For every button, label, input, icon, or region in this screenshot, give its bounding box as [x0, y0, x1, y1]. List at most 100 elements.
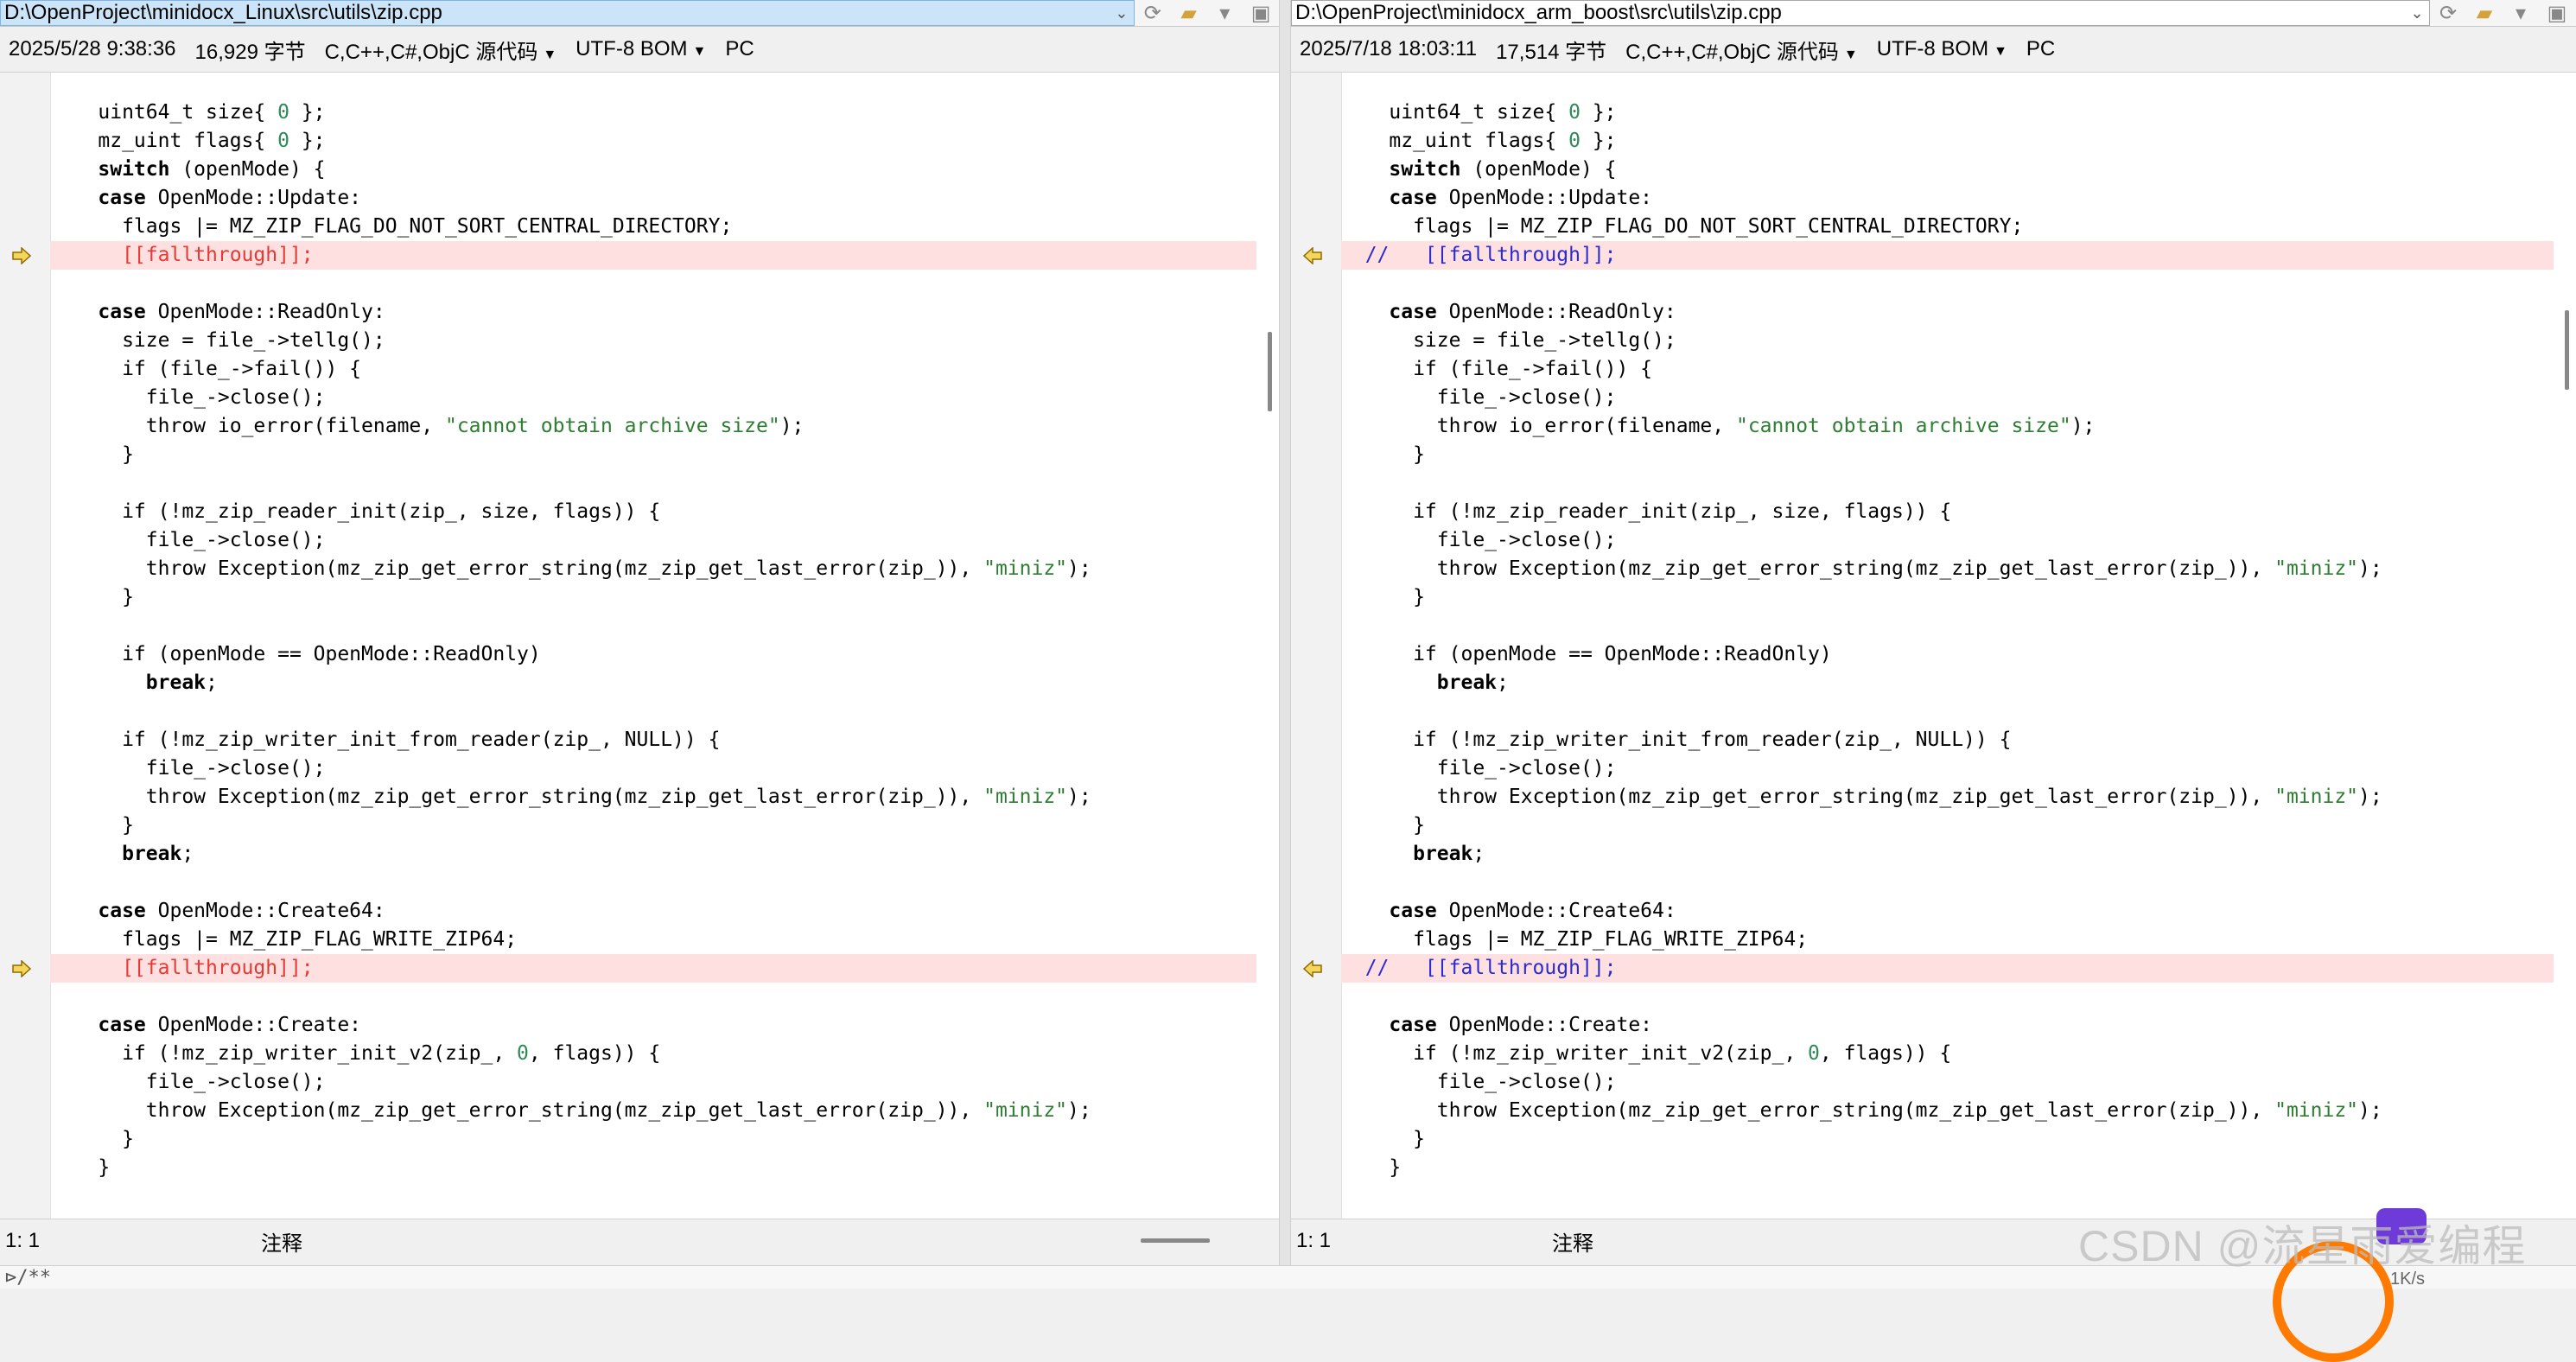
right-timestamp: 2025/7/18 18:03:11 [1300, 37, 1478, 60]
reload-icon[interactable]: ⟳ [1135, 0, 1171, 26]
left-language-select[interactable]: C,C++,C#,ObjC 源代码 ▼ [325, 35, 557, 65]
code-line: size = file_->tellg(); [50, 329, 385, 352]
code-line: throw io_error(filename, "cannot obtain … [50, 415, 805, 437]
code-line: break; [1436, 671, 1509, 694]
code-line: flags |= MZ_ZIP_FLAG_DO_NOT_SORT_CENTRAL… [50, 215, 733, 238]
left-path-bar: D:\OpenProject\minidocx_Linux\src\utils\… [0, 0, 1279, 27]
code-line: switch (openMode) { [98, 158, 326, 181]
right-path-text: D:\OpenProject\minidocx_arm_boost\src\ut… [1295, 1, 1782, 24]
diff-line: [[fallthrough]]; [12, 241, 1256, 270]
left-path-text: D:\OpenProject\minidocx_Linux\src\utils\… [4, 1, 442, 24]
left-vertical-scrollbar[interactable] [1256, 73, 1279, 1219]
code-line: } [50, 586, 134, 608]
diff-arrow-right-icon[interactable] [9, 241, 35, 270]
left-status-bar: 1: 1 注释 [0, 1219, 1279, 1263]
code-line: throw Exception(mz_zip_get_error_string(… [1341, 1099, 2382, 1122]
code-line: } [50, 443, 134, 466]
code-line: if (!mz_zip_writer_init_v2(zip_, 0, flag… [1341, 1042, 1952, 1065]
save-icon[interactable]: ▣ [1243, 0, 1279, 26]
code-line: throw io_error(filename, "cannot obtain … [1341, 415, 2096, 437]
code-line: file_->close(); [50, 1071, 326, 1093]
left-encoding-select[interactable]: UTF-8 BOM ▼ [576, 37, 706, 61]
code-line: if (openMode == OpenMode::ReadOnly) [50, 643, 541, 665]
code-line: file_->close(); [1341, 757, 1617, 780]
code-line: } [1341, 1156, 1402, 1179]
code-line: file_->close(); [50, 386, 326, 409]
code-line: break; [145, 671, 218, 694]
chevron-down-icon[interactable]: ⌄ [2405, 4, 2429, 22]
code-line: uint64_t size{ 0 }; [50, 101, 326, 124]
code-line: throw Exception(mz_zip_get_error_string(… [50, 1099, 1091, 1122]
code-line: uint64_t size{ 0 }; [1341, 101, 1617, 124]
right-encoding-select[interactable]: UTF-8 BOM ▼ [1877, 37, 2007, 61]
right-cursor-position: 1: 1 [1296, 1229, 1332, 1252]
code-line: if (!mz_zip_reader_init(zip_, size, flag… [50, 500, 661, 523]
dropdown-arrow-icon[interactable]: ▾ [2503, 0, 2539, 26]
diff-arrow-left-icon[interactable] [1300, 954, 1326, 983]
code-line: } [50, 1156, 111, 1179]
code-line: mz_uint flags{ 0 }; [1341, 130, 1617, 152]
right-mode-label: 注释 [1552, 1232, 1593, 1256]
diff-arrow-left-icon[interactable] [1300, 241, 1326, 270]
code-line: if (openMode == OpenMode::ReadOnly) [1341, 643, 1832, 665]
left-path-field[interactable]: D:\OpenProject\minidocx_Linux\src\utils\… [0, 0, 1135, 26]
code-line: flags |= MZ_ZIP_FLAG_WRITE_ZIP64; [1341, 928, 1809, 951]
code-line: } [1341, 443, 1425, 466]
code-line: file_->close(); [50, 757, 326, 780]
right-line-ending[interactable]: PC [2026, 37, 2055, 61]
right-vertical-scrollbar[interactable] [2554, 73, 2576, 1219]
code-line: file_->close(); [50, 529, 326, 551]
code-line: case OpenMode::Update: [1389, 187, 1653, 209]
code-line: throw Exception(mz_zip_get_error_string(… [1341, 786, 2382, 808]
scroll-thumb[interactable] [1268, 332, 1272, 411]
left-line-ending[interactable]: PC [725, 37, 754, 61]
left-file-size: 16,929 字节 [194, 40, 306, 64]
caret-down-icon: ▼ [543, 47, 557, 62]
code-line: } [50, 1128, 134, 1150]
open-folder-icon[interactable]: ▰ [2466, 0, 2503, 26]
horizontal-scroll-thumb[interactable] [1141, 1238, 1210, 1243]
left-editor[interactable]: uint64_t size{ 0 }; mz_uint flags{ 0 }; … [0, 73, 1279, 1219]
diff-line: [[fallthrough]]; [12, 954, 1256, 983]
code-line: file_->close(); [1341, 386, 1617, 409]
right-language-select[interactable]: C,C++,C#,ObjC 源代码 ▼ [1625, 35, 1858, 65]
code-line: case OpenMode::Update: [98, 187, 362, 209]
pane-splitter[interactable] [1279, 0, 1291, 1265]
chevron-down-icon[interactable]: ⌄ [1110, 4, 1134, 22]
code-line: } [1341, 1128, 1425, 1150]
code-line: flags |= MZ_ZIP_FLAG_WRITE_ZIP64; [50, 928, 518, 951]
code-line: case OpenMode::Create: [1389, 1014, 1653, 1036]
diff-arrow-right-icon[interactable] [9, 954, 35, 983]
code-line: file_->close(); [1341, 529, 1617, 551]
reload-icon[interactable]: ⟳ [2430, 0, 2466, 26]
scroll-thumb[interactable] [2565, 310, 2569, 390]
code-line: case OpenMode::Create64: [98, 900, 385, 922]
right-file-info: 2025/7/18 18:03:11 17,514 字节 C,C++,C#,Ob… [1291, 27, 2576, 73]
left-file-info: 2025/5/28 9:38:36 16,929 字节 C,C++,C#,Obj… [0, 27, 1279, 73]
left-timestamp: 2025/5/28 9:38:36 [9, 37, 176, 60]
right-editor[interactable]: uint64_t size{ 0 }; mz_uint flags{ 0 }; … [1291, 73, 2576, 1219]
code-line: switch (openMode) { [1389, 158, 1617, 181]
caret-down-icon: ▼ [1994, 44, 2007, 59]
left-pane: D:\OpenProject\minidocx_Linux\src\utils\… [0, 0, 1279, 1265]
save-icon[interactable]: ▣ [2539, 0, 2575, 26]
code-line: break; [1413, 843, 1485, 865]
open-folder-icon[interactable]: ▰ [1171, 0, 1207, 26]
code-line: if (!mz_zip_writer_init_from_reader(zip_… [1341, 729, 2012, 751]
code-line: if (!mz_zip_writer_init_v2(zip_, 0, flag… [50, 1042, 661, 1065]
code-line: if (file_->fail()) { [1341, 358, 1653, 380]
caret-down-icon: ▼ [1843, 47, 1858, 62]
code-line: case OpenMode::ReadOnly: [98, 301, 385, 323]
code-line: flags |= MZ_ZIP_FLAG_DO_NOT_SORT_CENTRAL… [1341, 215, 2024, 238]
code-line: file_->close(); [1341, 1071, 1617, 1093]
dropdown-arrow-icon[interactable]: ▾ [1206, 0, 1243, 26]
right-path-field[interactable]: D:\OpenProject\minidocx_arm_boost\src\ut… [1291, 0, 2430, 26]
right-code: uint64_t size{ 0 }; mz_uint flags{ 0 }; … [1302, 99, 2554, 1182]
code-line: throw Exception(mz_zip_get_error_string(… [50, 557, 1091, 580]
code-line: throw Exception(mz_zip_get_error_string(… [1341, 557, 2382, 580]
code-line: if (!mz_zip_reader_init(zip_, size, flag… [1341, 500, 1952, 523]
code-line: if (!mz_zip_writer_init_from_reader(zip_… [50, 729, 721, 751]
